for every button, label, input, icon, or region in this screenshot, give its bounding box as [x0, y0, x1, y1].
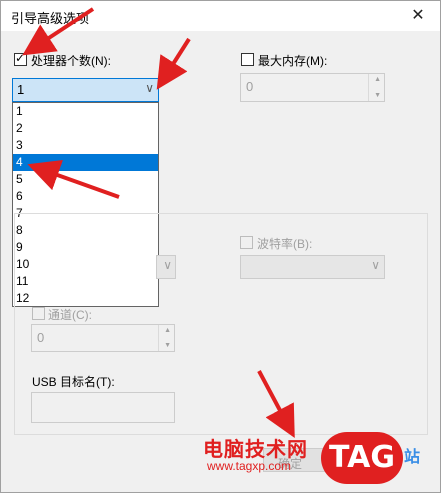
spin-up-icon[interactable]: ▲ — [164, 327, 171, 334]
processor-option[interactable]: 6 — [13, 188, 158, 205]
spin-buttons: ▲ ▼ — [368, 74, 384, 101]
processor-option[interactable]: 1 — [13, 103, 158, 120]
max-memory-value: 0 — [246, 79, 254, 94]
spin-buttons: ▲ ▼ — [158, 325, 174, 351]
channel-spinner[interactable]: 0 ▲ ▼ — [31, 324, 175, 352]
processor-count-label: 处理器个数(N): — [31, 54, 111, 68]
processor-option-highlighted[interactable]: 4 — [13, 154, 158, 171]
processor-count-checkbox[interactable] — [14, 51, 27, 66]
annotation-arrow — [156, 37, 191, 90]
chevron-down-icon: ∨ — [145, 81, 154, 95]
channel-value: 0 — [37, 330, 45, 345]
usb-target-label: USB 目标名(T): — [32, 375, 115, 389]
debug-port-select[interactable]: ∨ — [156, 255, 176, 279]
spin-up-icon[interactable]: ▲ — [374, 76, 381, 83]
watermark-text: 电脑技术网 — [203, 439, 308, 461]
max-memory-checkbox[interactable] — [241, 53, 254, 66]
title-bar: 引导高级选项 ✕ — [1, 1, 440, 31]
close-icon[interactable]: ✕ — [396, 1, 440, 31]
channel-checkbox[interactable] — [32, 307, 45, 320]
max-memory-label: 最大内存(M): — [258, 54, 328, 68]
baud-rate-checkbox[interactable] — [240, 236, 253, 249]
baud-rate-label: 波特率(B): — [257, 237, 313, 251]
dialog-title: 引导高级选项 — [11, 11, 90, 26]
channel-label: 通道(C): — [48, 308, 92, 322]
boot-advanced-options-dialog: 引导高级选项 ✕ 处理器个数(N): 1 ∨ 1 2 3 4 5 6 7 8 9… — [0, 0, 441, 493]
spin-down-icon[interactable]: ▼ — [164, 342, 171, 349]
usb-target-input[interactable] — [31, 392, 175, 423]
watermark-tag-badge: TAG — [321, 432, 403, 484]
chevron-down-icon: ∨ — [163, 258, 172, 272]
watermark-suffix: 站 — [404, 449, 421, 466]
watermark-url: www.tagxp.com — [207, 459, 292, 473]
spin-down-icon[interactable]: ▼ — [374, 92, 381, 99]
max-memory-spinner[interactable]: 0 ▲ ▼ — [240, 73, 385, 102]
processor-count-value: 1 — [17, 82, 25, 97]
baud-rate-select[interactable]: ∨ — [240, 255, 385, 279]
processor-option[interactable]: 2 — [13, 120, 158, 137]
processor-count-select[interactable]: 1 ∨ — [12, 78, 159, 102]
processor-option[interactable]: 3 — [13, 137, 158, 154]
chevron-down-icon: ∨ — [371, 258, 380, 272]
processor-option[interactable]: 5 — [13, 171, 158, 188]
